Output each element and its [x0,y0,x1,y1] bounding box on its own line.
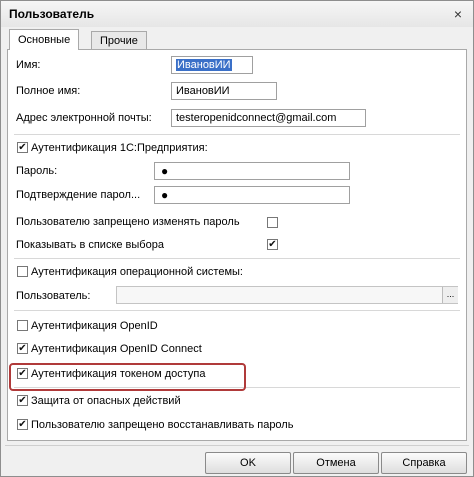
divider [14,310,460,311]
auth-1c-checkbox-row[interactable]: ✔ Аутентификация 1С:Предприятия: [17,141,208,155]
show-in-list-label: Показывать в списке выбора [16,239,164,251]
close-icon[interactable]: × [448,5,468,23]
email-field[interactable]: testeropenidconnect@gmail.com [171,109,366,127]
auth-os-checkbox[interactable] [17,265,28,277]
button-bar-separator [5,445,469,446]
auth-openid-label: Аутентификация OpenID [31,320,158,332]
confirm-password-field[interactable]: ● [154,186,350,204]
title-bar: Пользователь × [1,1,473,27]
tab-main[interactable]: Основные [9,29,80,50]
auth-openid-connect-checkbox[interactable]: ✔ [17,342,28,354]
select-user-button[interactable]: ... [442,287,458,303]
divider [14,134,460,135]
full-name-field[interactable]: ИвановИИ [171,82,277,100]
no-change-password-label: Пользователю запрещено изменять пароль [16,216,240,228]
name-field[interactable]: ИвановИИ [171,56,253,74]
protect-dangerous-label: Защита от опасных действий [31,395,181,407]
password-field[interactable]: ● [154,162,350,180]
name-value: ИвановИИ [176,59,232,71]
full-name-label: Полное имя: [16,85,81,97]
auth-openid-connect-checkbox-row[interactable]: ✔ Аутентификация OpenID Connect [17,342,202,356]
help-button[interactable]: Справка [381,452,467,474]
auth-os-label: Аутентификация операционной системы: [31,266,243,278]
no-restore-password-checkbox-row[interactable]: ✔ Пользователю запрещено восстанавливать … [17,418,293,432]
no-restore-password-label: Пользователю запрещено восстанавливать п… [31,419,294,431]
name-label: Имя: [16,59,41,71]
auth-1c-label: Аутентификация 1С:Предприятия: [31,142,208,154]
password-label: Пароль: [16,165,58,177]
tab-other[interactable]: Прочие [91,31,147,50]
auth-openid-checkbox[interactable] [17,319,28,331]
os-user-field[interactable] [116,286,458,304]
token-auth-highlight [9,363,246,391]
os-user-label: Пользователь: [16,290,91,302]
user-dialog: Пользователь × Основные Прочие Имя: Иван… [0,0,474,477]
auth-openid-checkbox-row[interactable]: Аутентификация OpenID [17,319,158,333]
auth-openid-connect-label: Аутентификация OpenID Connect [31,343,202,355]
show-in-list-checkbox[interactable]: ✔ [267,239,278,250]
protect-dangerous-checkbox[interactable]: ✔ [17,394,28,406]
cancel-button[interactable]: Отмена [293,452,379,474]
divider [14,258,460,259]
no-restore-password-checkbox[interactable]: ✔ [17,418,28,430]
no-change-password-checkbox[interactable] [267,217,278,228]
window-title: Пользователь [9,7,95,21]
email-label: Адрес электронной почты: [16,112,152,124]
auth-1c-checkbox[interactable]: ✔ [17,141,28,153]
auth-os-checkbox-row[interactable]: Аутентификация операционной системы: [17,265,243,279]
confirm-password-label: Подтверждение парол... [16,189,141,201]
protect-dangerous-checkbox-row[interactable]: ✔ Защита от опасных действий [17,394,181,408]
ok-button[interactable]: OK [205,452,291,474]
